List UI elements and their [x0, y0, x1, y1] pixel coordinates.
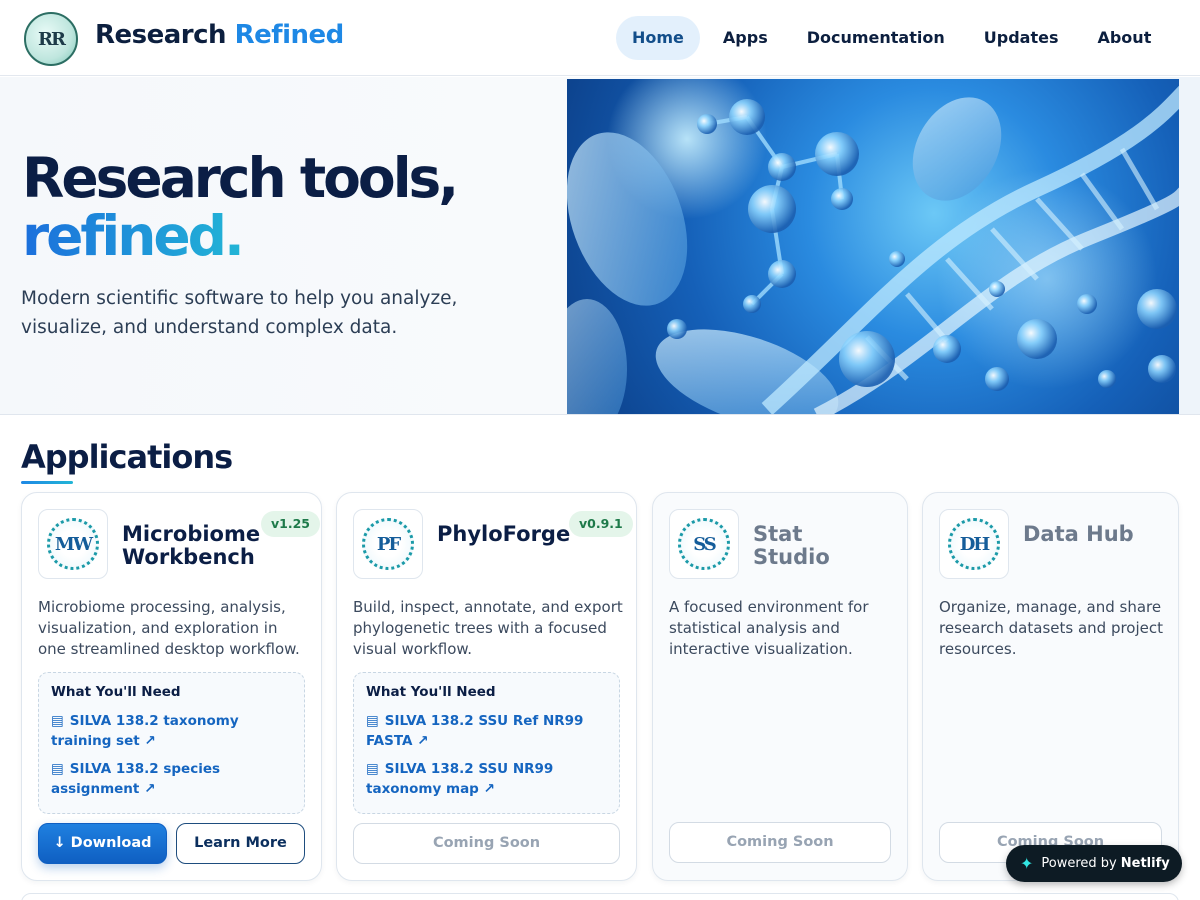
version-badge: v0.9.1	[569, 511, 633, 537]
hero-title-line2: refined.	[22, 204, 245, 268]
document-icon: ▤	[366, 761, 379, 777]
app-icon-monogram: SS	[678, 518, 730, 570]
requirement-link-label: SILVA 138.2 SSU Ref NR99 FASTA ↗	[366, 713, 584, 749]
app-icon-monogram: PF	[362, 518, 414, 570]
requirements-title: What You'll Need	[51, 684, 181, 700]
requirement-link-label: SILVA 138.2 taxonomy training set ↗	[51, 713, 239, 749]
hero-title-line1: Research tools,	[22, 146, 459, 210]
app-name: Data Hub	[1023, 522, 1134, 546]
netlify-badge[interactable]: ✦ Powered by Netlify	[1006, 845, 1182, 882]
hero-subtitle: Modern scientific software to help you a…	[21, 288, 458, 338]
document-icon: ▤	[366, 713, 379, 729]
phyloforge-icon: PF	[353, 509, 423, 579]
requirement-link-label: SILVA 138.2 SSU NR99 taxonomy map ↗	[366, 761, 554, 797]
nav-apps[interactable]: Apps	[707, 16, 784, 60]
logo-monogram: RR	[38, 28, 66, 50]
app-description: Microbiome processing, analysis, visuali…	[38, 598, 300, 658]
app-card-data-hub: DH Data Hub Organize, manage, and share …	[922, 492, 1179, 881]
microbiome-workbench-icon: MW	[38, 509, 108, 579]
heading-underline	[21, 481, 73, 484]
download-button[interactable]: ↓ Download	[38, 823, 167, 864]
version-badge: v1.25	[261, 511, 320, 537]
netlify-prefix: Powered by	[1041, 856, 1117, 871]
app-name: Stat Studio	[753, 522, 830, 569]
requirements-title: What You'll Need	[366, 684, 496, 700]
nav-documentation[interactable]: Documentation	[791, 16, 961, 60]
requirement-link[interactable]: ▤ SILVA 138.2 SSU Ref NR99 FASTA ↗	[366, 711, 611, 751]
app-card-phyloforge: PF PhyloForge v0.9.1 Build, inspect, ann…	[336, 492, 637, 881]
nav-home[interactable]: Home	[616, 16, 700, 60]
app-description: Organize, manage, and share research dat…	[939, 598, 1164, 658]
requirement-link[interactable]: ▤ SILVA 138.2 species assignment ↗	[51, 759, 296, 799]
app-icon-monogram: MW	[47, 518, 99, 570]
app-description: A focused environment for statistical an…	[669, 598, 869, 658]
sparkle-icon: ✦	[1020, 854, 1034, 873]
requirement-link[interactable]: ▤ SILVA 138.2 SSU NR99 taxonomy map ↗	[366, 759, 611, 799]
app-description: Build, inspect, annotate, and export phy…	[353, 598, 623, 658]
document-icon: ▤	[51, 761, 64, 777]
requirements-box: What You'll Need ▤ SILVA 138.2 taxonomy t…	[38, 672, 305, 814]
main-nav: Home Apps Documentation Updates About	[616, 16, 1174, 60]
app-card-microbiome-workbench: MW Microbiome Workbench v1.25 Microbiome…	[21, 492, 322, 881]
learn-more-button[interactable]: Learn More	[176, 823, 305, 864]
requirement-link[interactable]: ▤ SILVA 138.2 taxonomy training set ↗	[51, 711, 296, 751]
app-name: PhyloForge	[437, 522, 571, 546]
hero-dna-illustration	[567, 79, 1179, 414]
app-card-stat-studio: SS Stat Studio A focused environment for…	[652, 492, 908, 881]
nav-about[interactable]: About	[1081, 16, 1167, 60]
document-icon: ▤	[51, 713, 64, 729]
data-hub-icon: DH	[939, 509, 1009, 579]
nav-updates[interactable]: Updates	[968, 16, 1075, 60]
logo-icon[interactable]: RR	[24, 12, 78, 66]
applications-heading: Applications	[21, 438, 233, 476]
coming-soon-button: Coming Soon	[669, 822, 891, 863]
stat-studio-icon: SS	[669, 509, 739, 579]
brand-main: Research	[95, 20, 227, 50]
app-name: Microbiome Workbench	[122, 522, 261, 569]
netlify-brand: Netlify	[1120, 856, 1170, 871]
requirement-link-label: SILVA 138.2 species assignment ↗	[51, 761, 221, 797]
requirements-box: What You'll Need ▤ SILVA 138.2 SSU Ref NR…	[353, 672, 620, 814]
hero-section: Research tools, refined. Modern scientif…	[0, 77, 1200, 415]
app-icon-monogram: DH	[948, 518, 1000, 570]
coming-soon-button: Coming Soon	[353, 823, 620, 864]
brand-name[interactable]: Research Refined	[95, 20, 344, 50]
brand-accent: Refined	[234, 20, 345, 50]
next-section-edge	[21, 893, 1179, 900]
site-header: RR Research Refined Home Apps Documentat…	[0, 0, 1200, 76]
